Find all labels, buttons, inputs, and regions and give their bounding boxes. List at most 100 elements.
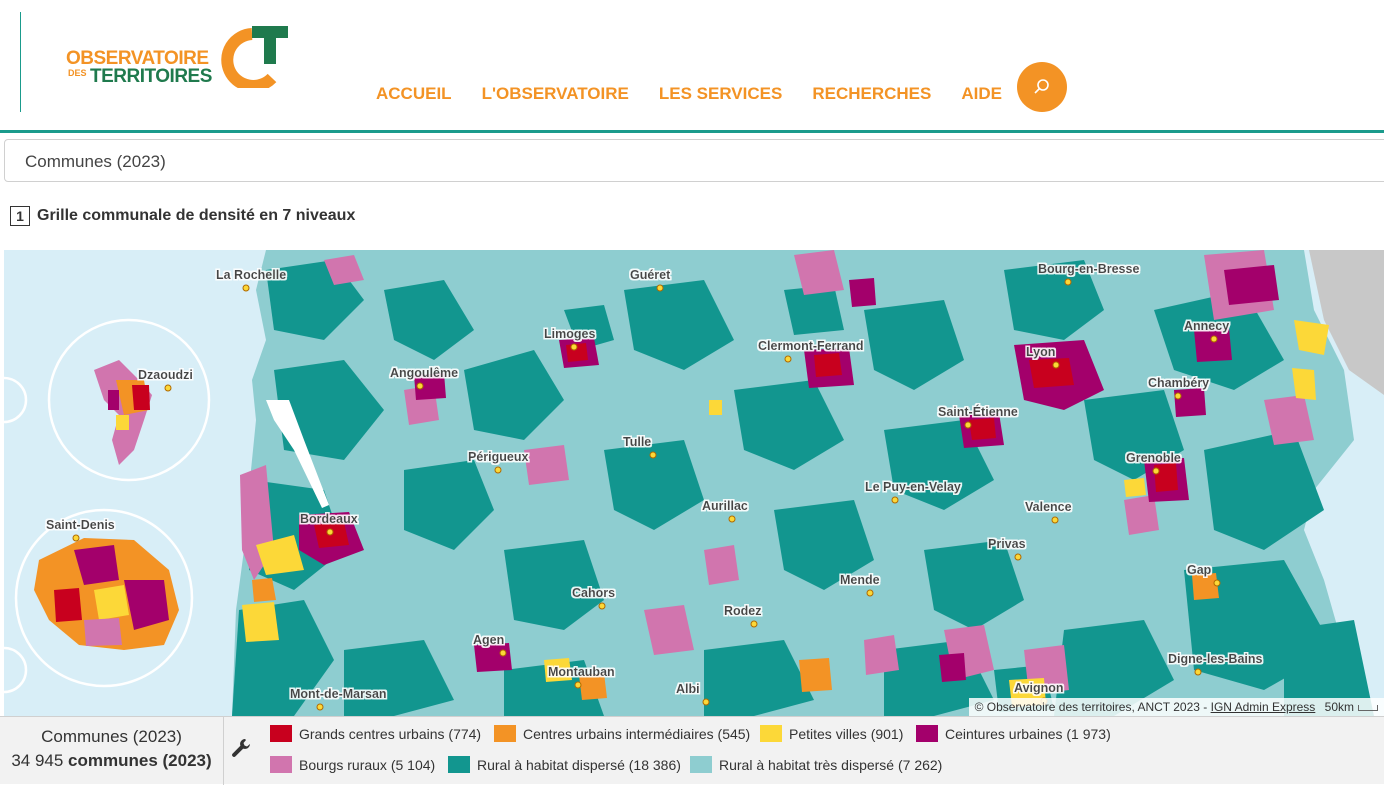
city-label: Bordeaux — [300, 512, 358, 526]
city-label: Rodez — [724, 604, 762, 618]
legend-item[interactable]: Bourgs ruraux (5 104) — [270, 756, 435, 773]
search-button[interactable] — [1017, 62, 1067, 112]
city-label: Dzaoudzi — [138, 368, 193, 382]
city-marker — [1210, 335, 1218, 343]
city-marker — [416, 382, 424, 390]
city-marker — [1152, 467, 1160, 475]
city-marker — [964, 421, 972, 429]
search-icon — [1034, 79, 1049, 94]
city-label: Saint-Denis — [46, 518, 115, 532]
legend-swatch — [760, 725, 782, 742]
city-marker — [574, 681, 582, 689]
city-label: Guéret — [630, 268, 671, 282]
city-marker — [164, 384, 172, 392]
legend-label: Bourgs ruraux (5 104) — [299, 756, 436, 773]
city-marker — [499, 649, 507, 657]
map-title: 1 Grille communale de densité en 7 nivea… — [10, 206, 355, 226]
legend-swatch — [916, 725, 938, 742]
city-marker — [728, 515, 736, 523]
main-nav: ACCUEIL L'OBSERVATOIRE LES SERVICES RECH… — [376, 84, 1032, 104]
city-label: Aurillac — [702, 499, 748, 513]
city-marker — [750, 620, 758, 628]
legend-item[interactable]: Rural à habitat dispersé (18 386) — [448, 756, 681, 773]
map-title-text: Grille communale de densité en 7 niveaux — [37, 207, 356, 224]
city-label: Saint-Étienne — [938, 404, 1018, 419]
city-label: Agen — [473, 633, 504, 647]
city-marker — [649, 451, 657, 459]
logo-text-territoires: TERRITOIRES — [90, 66, 212, 87]
legend-item[interactable]: Grands centres urbains (774) — [270, 725, 481, 742]
legend-item[interactable]: Rural à habitat très dispersé (7 262) — [690, 756, 942, 773]
reunion-inset — [14, 508, 194, 688]
nav-services[interactable]: LES SERVICES — [659, 84, 782, 104]
city-marker — [242, 284, 250, 292]
territory-level-selector[interactable]: Communes (2023) — [4, 139, 1384, 182]
legend-label: Centres urbains intermédiaires (545) — [523, 725, 751, 742]
city-label: Privas — [988, 537, 1026, 551]
legend-swatch — [270, 756, 292, 773]
city-marker — [784, 355, 792, 363]
city-label: Grenoble — [1126, 451, 1181, 465]
legend-item[interactable]: Ceintures urbaines (1 973) — [916, 725, 1111, 742]
nav-accueil[interactable]: ACCUEIL — [376, 84, 452, 104]
city-marker — [866, 589, 874, 597]
legend-label: Petites villes (901) — [789, 725, 904, 742]
city-marker — [72, 534, 80, 542]
nav-recherches[interactable]: RECHERCHES — [812, 84, 931, 104]
city-label: Périgueux — [468, 450, 528, 464]
city-marker — [316, 703, 324, 711]
city-label: Mende — [840, 573, 880, 587]
city-label: Tulle — [623, 435, 651, 449]
city-marker — [1213, 579, 1221, 587]
legend-label: Ceintures urbaines (1 973) — [945, 725, 1111, 742]
city-label: Bourg-en-Bresse — [1038, 262, 1139, 276]
city-label: Mont-de-Marsan — [290, 687, 387, 701]
legend-swatch — [448, 756, 470, 773]
city-marker — [1051, 516, 1059, 524]
city-marker — [494, 466, 502, 474]
density-map[interactable]: La Rochelle Guéret Bourg-en-Bresse Limog… — [4, 250, 1384, 716]
city-label: Le Puy-en-Velay — [865, 480, 961, 494]
city-label: Lyon — [1026, 345, 1055, 359]
city-marker — [891, 496, 899, 504]
legend-item[interactable]: Centres urbains intermédiaires (545) — [494, 725, 750, 742]
city-label: Chambéry — [1148, 376, 1209, 390]
city-label: Cahors — [572, 586, 615, 600]
header-rule — [0, 130, 1384, 133]
ign-link[interactable]: IGN Admin Express — [1211, 700, 1316, 714]
nav-aide[interactable]: AIDE — [961, 84, 1002, 104]
city-label: Valence — [1025, 500, 1072, 514]
city-marker — [326, 528, 334, 536]
legend-label: Rural à habitat très dispersé (7 262) — [719, 756, 943, 773]
logo-text-des: DES — [68, 68, 87, 78]
city-marker — [656, 284, 664, 292]
city-marker — [570, 343, 578, 351]
site-logo[interactable]: OBSERVATOIRE DES TERRITOIRES — [66, 26, 296, 90]
count-value: 34 945 — [11, 751, 64, 770]
count-suffix: communes (2023) — [68, 751, 212, 770]
city-marker — [598, 602, 606, 610]
wrench-icon[interactable] — [230, 737, 252, 759]
legend-swatch — [494, 725, 516, 742]
city-label: Albi — [676, 682, 700, 696]
city-marker — [1014, 553, 1022, 561]
city-label: La Rochelle — [216, 268, 286, 282]
legend-swatch — [690, 756, 712, 773]
city-label: Montauban — [548, 665, 615, 679]
map-number: 1 — [10, 206, 30, 226]
city-label: Limoges — [544, 327, 595, 341]
header-divider — [20, 12, 21, 112]
legend-bar: Communes (2023) 34 945 communes (2023) G… — [0, 716, 1384, 785]
attribution-text: © Observatoire des territoires, ANCT 202… — [974, 700, 1211, 714]
city-label: Gap — [1187, 563, 1212, 577]
scale-bar — [1358, 704, 1378, 711]
scale-label: 50km — [1324, 700, 1354, 714]
legend-swatch — [270, 725, 292, 742]
legend-item[interactable]: Petites villes (901) — [760, 725, 903, 742]
city-label: Clermont-Ferrand — [758, 339, 864, 353]
nav-observatoire[interactable]: L'OBSERVATOIRE — [482, 84, 629, 104]
map-attribution: © Observatoire des territoires, ANCT 202… — [968, 698, 1384, 716]
logo-ot-mark-icon — [221, 26, 288, 88]
city-label: Digne-les-Bains — [1168, 652, 1263, 666]
legend-count: 34 945 communes (2023) — [0, 751, 223, 771]
